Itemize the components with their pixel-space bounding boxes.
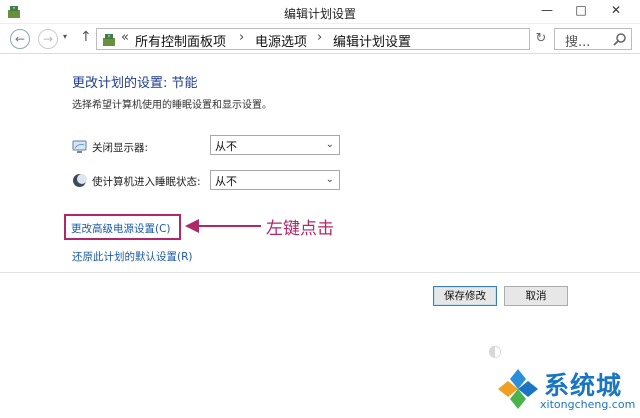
forward-button[interactable]: →: [38, 29, 58, 49]
close-button[interactable]: ✕: [596, 0, 636, 22]
search-placeholder: 搜...: [565, 35, 591, 50]
recent-locations-dropdown[interactable]: ▾: [63, 32, 67, 41]
save-button[interactable]: 保存修改: [433, 286, 497, 306]
maximize-button[interactable]: □: [566, 0, 596, 22]
chevron-down-icon: ⌄: [325, 174, 334, 185]
page-description: 选择希望计算机使用的睡眠设置和显示设置。: [72, 100, 272, 111]
page-title: 更改计划的设置: 节能: [72, 76, 198, 91]
breadcrumb-separator[interactable]: ›: [239, 30, 244, 45]
breadcrumb-item-power-options[interactable]: 电源选项: [255, 31, 307, 50]
watermark-logo-icon: [498, 369, 538, 409]
restore-defaults-link[interactable]: 还原此计划的默认设置(R): [72, 249, 193, 264]
back-button[interactable]: ←: [10, 29, 30, 49]
display-off-label: 关闭显示器:: [92, 142, 149, 154]
breadcrumb-item-edit-plan[interactable]: 编辑计划设置: [333, 31, 411, 50]
display-off-select[interactable]: 从不 ⌄: [210, 135, 340, 155]
main-content: 更改计划的设置: 节能 选择希望计算机使用的睡眠设置和显示设置。 关闭显示器: …: [0, 55, 640, 418]
moon-icon: [73, 174, 87, 187]
control-panel-icon: [103, 34, 115, 46]
breadcrumb-item-all-items[interactable]: 所有控制面板项: [135, 31, 226, 50]
chevron-down-icon: ⌄: [325, 139, 334, 150]
watermark-brand: 系统城: [544, 371, 623, 400]
up-button[interactable]: ↑: [80, 29, 92, 45]
minimize-button[interactable]: —: [532, 0, 562, 22]
cancel-button[interactable]: 取消: [504, 286, 568, 306]
address-box[interactable]: « 所有控制面板项 › 电源选项 › 编辑计划设置: [96, 28, 530, 50]
monitor-icon: [72, 140, 87, 153]
refresh-button[interactable]: ↻: [532, 28, 550, 50]
title-bar: 编辑计划设置 — □ ✕: [0, 0, 640, 24]
address-toolbar: ← → ▾ ↑ « 所有控制面板项 › 电源选项 › 编辑计划设置 ↻ 搜...: [0, 24, 640, 54]
watermark-url: xitongcheng.com: [540, 398, 636, 411]
watermark-faint: ◐: [488, 341, 502, 360]
search-icon[interactable]: [613, 32, 627, 46]
pointer-arrow-icon: [185, 219, 261, 233]
breadcrumb-overflow[interactable]: «: [121, 30, 129, 45]
advanced-power-settings-link[interactable]: 更改高级电源设置(C): [71, 221, 171, 236]
sleep-label: 使计算机进入睡眠状态:: [92, 176, 201, 188]
search-input[interactable]: 搜...: [554, 28, 632, 50]
annotation-text: 左键点击: [266, 219, 334, 239]
sleep-value: 从不: [215, 175, 237, 188]
divider: [0, 272, 640, 273]
sleep-select[interactable]: 从不 ⌄: [210, 170, 340, 190]
display-off-value: 从不: [215, 140, 237, 153]
breadcrumb-separator[interactable]: ›: [317, 30, 322, 45]
